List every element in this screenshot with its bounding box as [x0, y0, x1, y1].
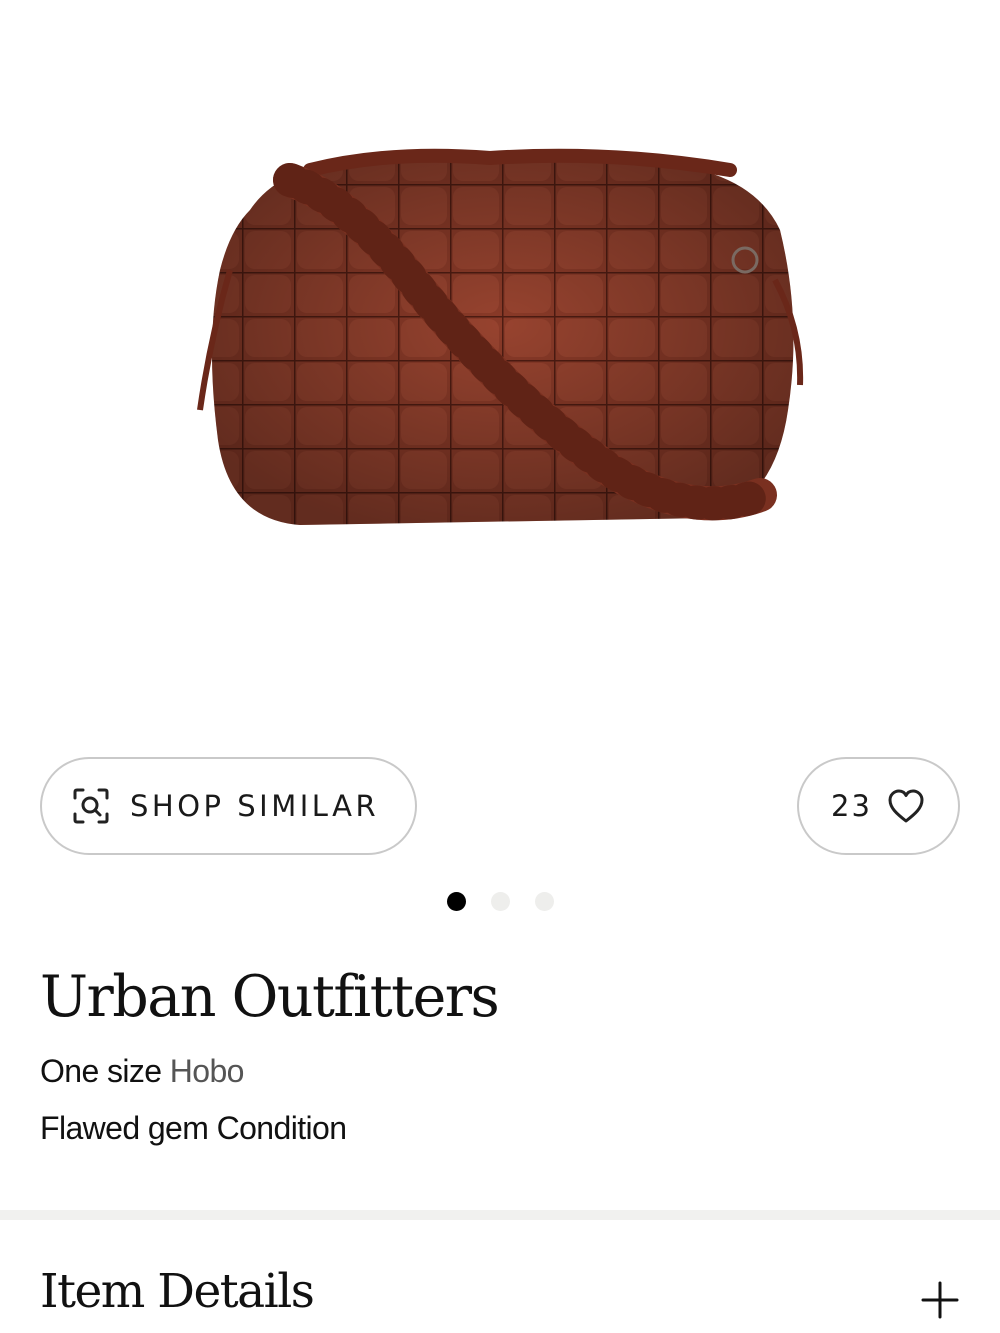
- product-image-gallery[interactable]: [0, 0, 1000, 740]
- favorite-button[interactable]: 23: [797, 757, 960, 855]
- gallery-dot-3[interactable]: [534, 892, 554, 911]
- category-link[interactable]: Hobo: [170, 1053, 245, 1089]
- gallery-dot-2[interactable]: [490, 892, 510, 911]
- section-divider: [0, 1210, 1000, 1220]
- heart-outline-icon: [886, 786, 926, 826]
- size-category-line: One size Hobo: [40, 1053, 244, 1090]
- condition-line: Flawed gem Condition: [40, 1110, 347, 1146]
- plus-icon[interactable]: [920, 1280, 960, 1320]
- visual-search-icon: [70, 785, 112, 827]
- brand-name[interactable]: Urban Outfitters: [40, 966, 500, 1029]
- like-count: 23: [831, 789, 872, 823]
- gallery-pagination: [0, 892, 1000, 911]
- item-details-accordion[interactable]: Item Details: [0, 1258, 1000, 1333]
- item-details-title: Item Details: [40, 1264, 315, 1319]
- shop-similar-button[interactable]: SHOP SIMILAR: [40, 757, 417, 855]
- gallery-dot-1[interactable]: [446, 892, 466, 911]
- size-value: One size: [40, 1053, 162, 1089]
- product-image[interactable]: [190, 140, 810, 580]
- shop-similar-label: SHOP SIMILAR: [130, 789, 380, 823]
